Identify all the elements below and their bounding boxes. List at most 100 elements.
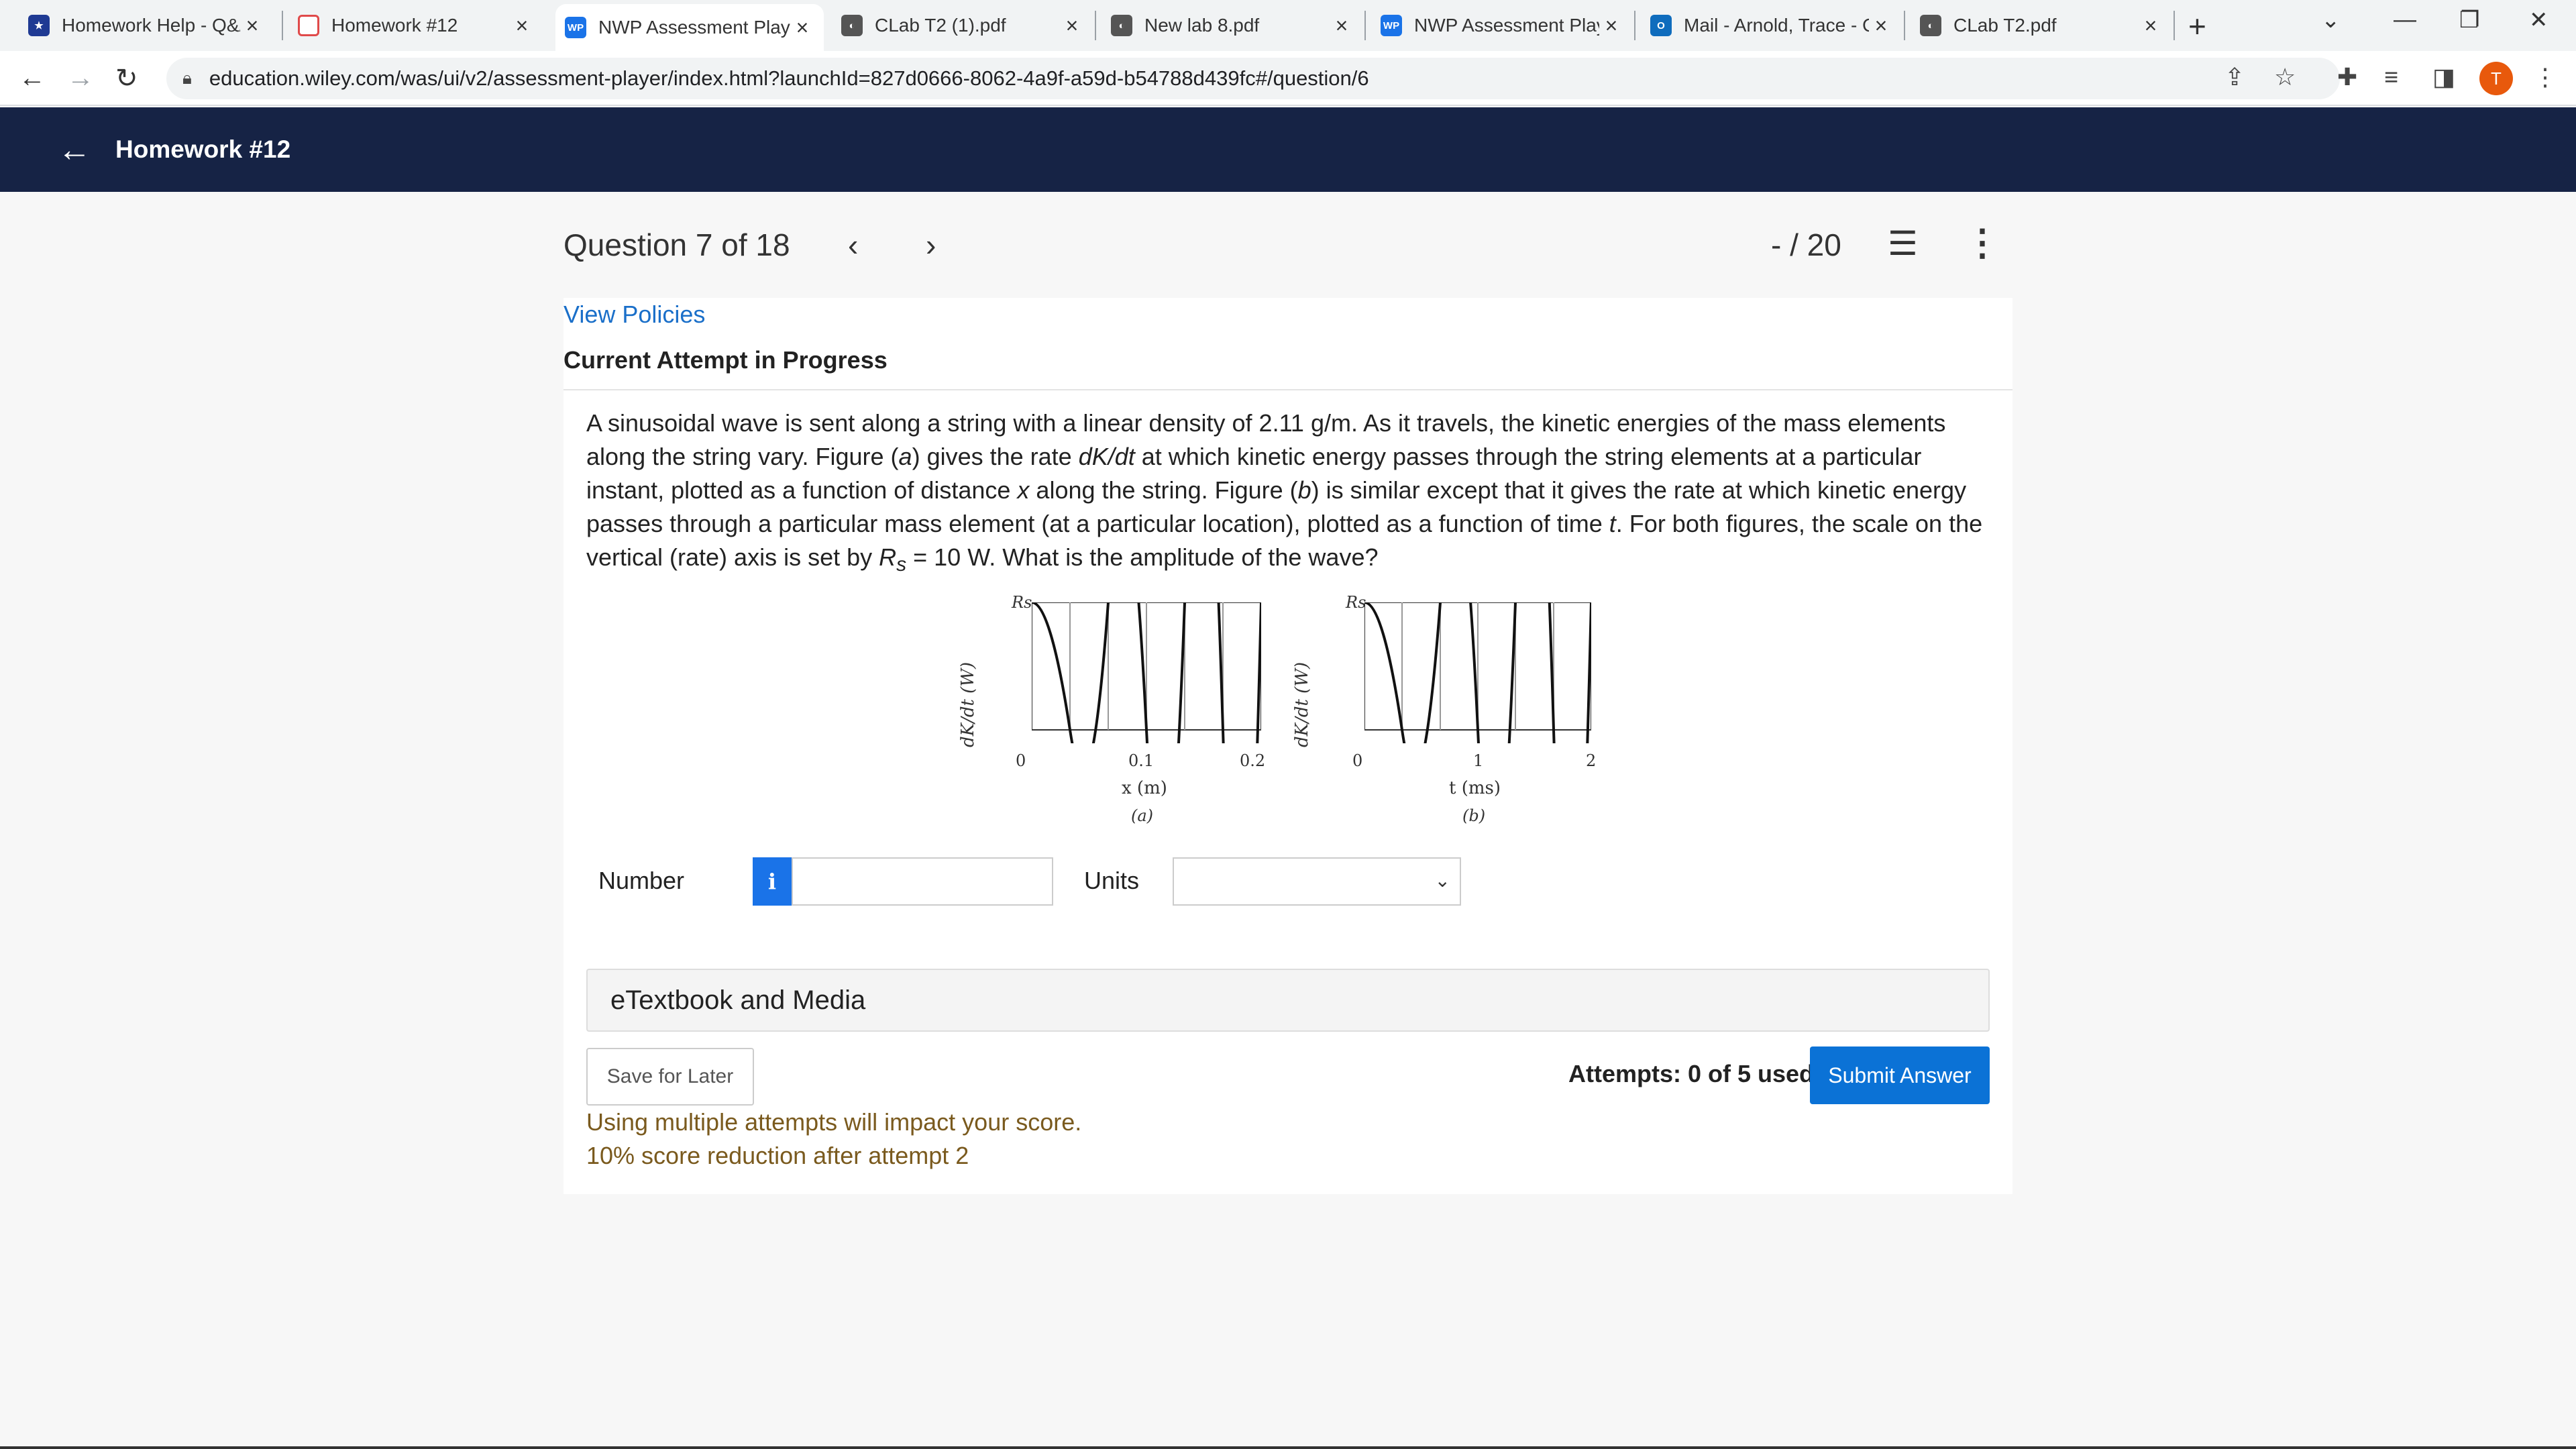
question-text: A sinusoidal wave is sent along a string… (586, 409, 1983, 576)
tab-separator (1364, 11, 1366, 40)
figure-a-rs-label: Rs (1012, 593, 1032, 612)
forward-icon[interactable]: → (67, 63, 94, 93)
avatar[interactable]: T (2479, 62, 2513, 95)
figure-b-tick: 2 (1586, 751, 1597, 770)
side-panel-icon[interactable]: ◨ (2432, 63, 2455, 91)
figure-b-y-axis-label: dK/dt (W) (1292, 661, 1312, 747)
tab-separator (1634, 11, 1635, 40)
reload-icon[interactable]: ↻ (115, 63, 138, 94)
tab-title: NWP Assessment Player (598, 17, 790, 38)
bottom-border (0, 1446, 2576, 1449)
tab-separator (1095, 11, 1096, 40)
new-tab-button[interactable]: + (2188, 8, 2206, 44)
address-bar[interactable]: 🔒︎ education.wiley.com/was/ui/v2/assessm… (166, 58, 2340, 99)
close-icon[interactable]: × (2139, 13, 2163, 38)
wiley-icon: ★ (28, 15, 50, 36)
browser-menu-icon[interactable]: ⋮ (2533, 63, 2557, 91)
close-icon[interactable]: × (240, 13, 264, 38)
figure-b-tick: 0 (1352, 751, 1363, 770)
attempts-counter: Attempts: 0 of 5 used (1568, 1060, 1815, 1087)
tab-title: NWP Assessment Player (1414, 15, 1599, 36)
browser-tab[interactable]: ★ Homework Help - Q&A × (19, 4, 274, 47)
tab-separator (2174, 11, 2175, 40)
question-figures: dK/dt (W) Rs 0 0.1 0.2 x (m) (a) dK/dt (… (953, 593, 1623, 825)
assignment-header: ← Homework #12 (0, 107, 2576, 192)
close-icon[interactable]: × (790, 15, 814, 40)
more-options-icon[interactable]: ⋮ (1964, 221, 2000, 264)
next-question-button[interactable]: › (926, 227, 936, 263)
browser-tab-strip: ★ Homework Help - Q&A × ✻ Homework #12 ×… (0, 0, 2576, 51)
previous-question-button[interactable]: ‹ (848, 227, 858, 263)
view-policies-link[interactable]: View Policies (564, 301, 705, 329)
assignment-title[interactable]: Homework #12 (115, 136, 290, 164)
tab-title: CLab T2.pdf (1953, 15, 2057, 36)
globe-icon: ◐ (1920, 15, 1941, 36)
browser-tab-active[interactable]: WP NWP Assessment Player × (555, 4, 824, 51)
number-label: Number (598, 867, 685, 894)
star-seal-icon: ✻ (298, 15, 319, 36)
question-navigation-bar: Question 7 of 18 ‹ › - / 20 ☰ ⋮ (564, 215, 2012, 275)
question-list-icon[interactable]: ☰ (1888, 224, 1918, 263)
figure-a-y-axis-label: dK/dt (W) (958, 661, 978, 747)
globe-icon: ◐ (1111, 15, 1132, 36)
close-icon[interactable]: × (510, 13, 534, 38)
close-icon[interactable]: × (1599, 13, 1623, 38)
window-close-icon[interactable]: ✕ (2529, 7, 2548, 34)
lock-icon[interactable]: 🔒︎ (182, 68, 192, 89)
browser-toolbar: ← → ↻ 🔒︎ education.wiley.com/was/ui/v2/a… (0, 51, 2576, 106)
browser-tab[interactable]: WP NWP Assessment Player × (1371, 4, 1633, 47)
back-arrow-icon[interactable]: ← (58, 130, 91, 169)
tab-title: New lab 8.pdf (1144, 15, 1260, 36)
share-icon[interactable]: ⇪ (2224, 63, 2245, 91)
divider (564, 389, 2012, 390)
etextbook-and-media-panel[interactable]: eTextbook and Media (586, 969, 1990, 1032)
browser-tab[interactable]: ◐ New lab 8.pdf × (1102, 4, 1363, 47)
info-icon: i (767, 869, 777, 894)
attempt-status: Current Attempt in Progress (564, 346, 888, 374)
close-icon[interactable]: × (1330, 13, 1354, 38)
tab-title: Homework Help - Q&A (62, 15, 240, 36)
browser-tab[interactable]: ◐ CLab T2 (1).pdf × (832, 4, 1093, 47)
info-button[interactable]: i (753, 857, 792, 906)
question-score: - / 20 (1771, 227, 1841, 262)
units-label: Units (1084, 867, 1140, 894)
number-input[interactable] (792, 857, 1053, 906)
wp-icon: WP (1381, 15, 1402, 36)
browser-tab[interactable]: ◐ CLab T2.pdf × (1911, 4, 2172, 47)
save-for-later-button[interactable]: Save for Later (586, 1048, 754, 1106)
figure-a-caption: (a) (1131, 806, 1154, 825)
figure-b-caption: (b) (1462, 806, 1486, 825)
figure-a-plot (1032, 602, 1261, 743)
tab-search-chevron-icon[interactable]: ⌄ (2321, 7, 2341, 34)
wp-icon: WP (565, 17, 586, 38)
figure-a-tick: 0.2 (1240, 751, 1266, 770)
url-text[interactable]: education.wiley.com/was/ui/v2/assessment… (209, 66, 1369, 91)
reading-list-icon[interactable]: ≡ (2384, 63, 2398, 91)
browser-tab[interactable]: O Mail - Arnold, Trace - Outlook × (1641, 4, 1902, 47)
figure-b-rs-label: Rs (1346, 593, 1366, 612)
question-counter: Question 7 of 18 (564, 227, 790, 262)
figure-b-tick: 1 (1473, 751, 1484, 770)
globe-icon: ◐ (841, 15, 863, 36)
submit-answer-button[interactable]: Submit Answer (1810, 1046, 1990, 1104)
units-select[interactable]: ⌄ (1173, 857, 1461, 906)
tab-separator (282, 11, 283, 40)
figure-b-x-axis-label: t (ms) (1449, 778, 1501, 798)
figure-a-tick: 0.1 (1128, 751, 1155, 770)
bookmark-star-icon[interactable]: ☆ (2274, 63, 2296, 91)
tab-separator (1904, 11, 1905, 40)
close-icon[interactable]: × (1060, 13, 1084, 38)
tab-title: Mail - Arnold, Trace - Outlook (1684, 15, 1869, 36)
question-card: View Policies Current Attempt in Progres… (564, 298, 2012, 1194)
browser-tab[interactable]: ✻ Homework #12 × (288, 4, 543, 47)
figure-b-plot (1364, 602, 1591, 743)
restore-icon[interactable]: ❐ (2459, 7, 2479, 34)
mail-icon: O (1650, 15, 1672, 36)
score-reduction-note: 10% score reduction after attempt 2 (586, 1142, 969, 1169)
tab-title: CLab T2 (1).pdf (875, 15, 1006, 36)
extensions-icon[interactable]: ✚ (2337, 63, 2357, 91)
minimize-icon[interactable]: — (2394, 7, 2416, 33)
back-icon[interactable]: ← (19, 63, 46, 93)
figure-a-x-axis-label: x (m) (1122, 778, 1167, 798)
close-icon[interactable]: × (1869, 13, 1893, 38)
